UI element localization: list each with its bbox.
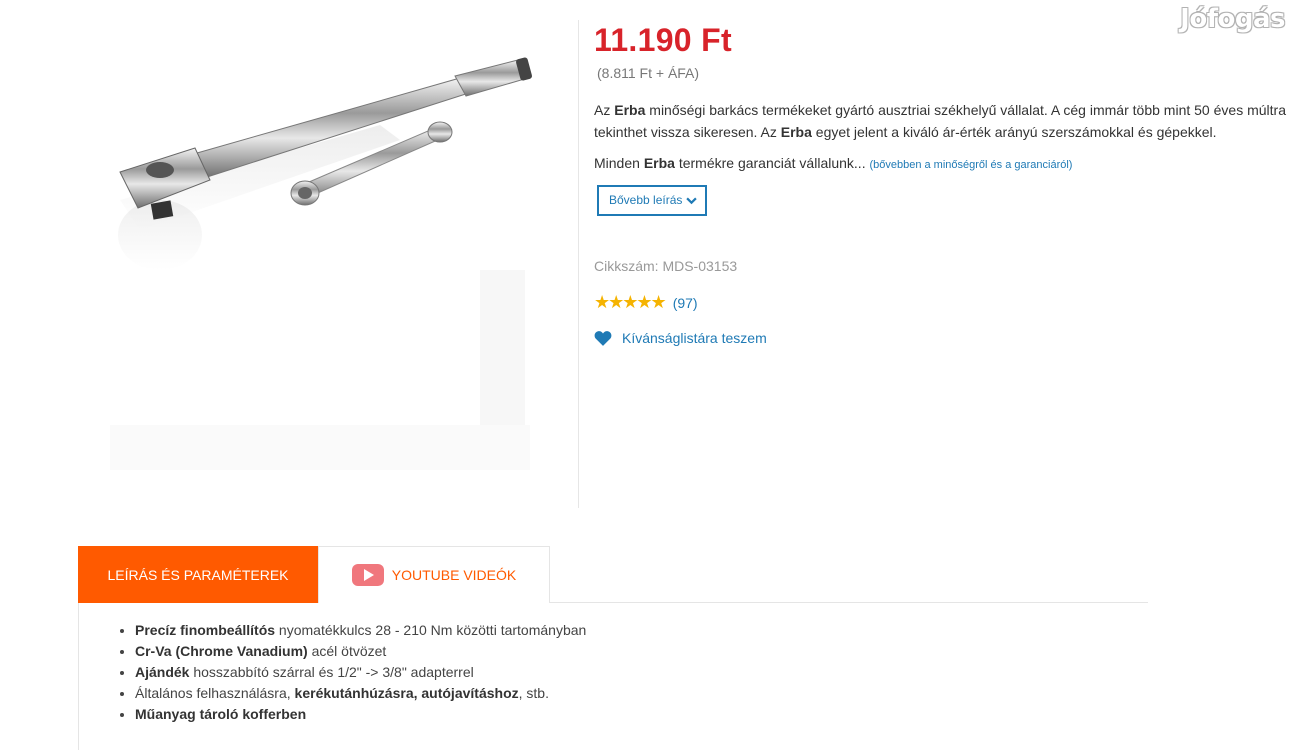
feature-text: hosszabbító szárral és 1/2" -> 3/8" adap… bbox=[189, 664, 474, 680]
desc-text: termékre garanciát vállalunk... bbox=[674, 155, 866, 171]
product-image[interactable] bbox=[100, 30, 540, 480]
feature-text: , stb. bbox=[518, 685, 549, 701]
product-tabs: LEÍRÁS ÉS PARAMÉTEREK YOUTUBE VIDEÓK bbox=[78, 546, 1148, 603]
wishlist-label: Kívánságlistára teszem bbox=[622, 330, 767, 346]
brand-name: Erba bbox=[780, 124, 812, 140]
tab-label: YOUTUBE VIDEÓK bbox=[391, 567, 517, 583]
list-item: Műanyag tároló kofferben bbox=[135, 704, 1148, 725]
desc-text: Minden bbox=[594, 155, 644, 171]
list-item: Ajándék hosszabbító szárral és 1/2" -> 3… bbox=[135, 662, 1148, 683]
product-price: 11.190 Ft bbox=[594, 22, 732, 58]
product-rating[interactable]: ★★★★★ (97) bbox=[594, 292, 1286, 313]
product-description: Az Erba minőségi barkács termékeket gyár… bbox=[594, 99, 1286, 143]
feature-bold: Cr-Va (Chrome Vanadium) bbox=[135, 643, 308, 659]
feature-bold: Precíz finombeállítós bbox=[135, 622, 276, 638]
product-info: 11.190 Ft (8.811 Ft + ÁFA) Az Erba minős… bbox=[594, 22, 1286, 346]
feature-text: Általános felhasználásra, bbox=[135, 685, 295, 701]
feature-bold: kerékutánhúzásra, autójavításhoz bbox=[294, 685, 519, 701]
rating-count[interactable]: (97) bbox=[673, 295, 698, 311]
product-sku: Cikkszám: MDS-03153 bbox=[594, 258, 738, 274]
brand-name: Erba bbox=[614, 102, 646, 118]
feature-text: nyomatékkulcs 28 - 210 Nm közötti tartom… bbox=[275, 622, 587, 638]
list-item: Általános felhasználásra, kerékutánhúzás… bbox=[135, 683, 1148, 704]
guarantee-text: Minden Erba termékre garanciát vállalunk… bbox=[594, 155, 1286, 171]
vertical-divider bbox=[578, 20, 579, 508]
brand-name: Erba bbox=[643, 155, 675, 171]
list-item: Cr-Va (Chrome Vanadium) acél ötvözet bbox=[135, 641, 1148, 662]
tab-label: LEÍRÁS ÉS PARAMÉTEREK bbox=[107, 566, 289, 583]
youtube-icon bbox=[351, 564, 384, 586]
feature-bold: Műanyag tároló kofferben bbox=[135, 706, 307, 722]
feature-text: acél ötvözet bbox=[307, 643, 387, 659]
star-rating-icon: ★★★★★ bbox=[594, 292, 667, 312]
quality-guarantee-link[interactable]: (bővebben a minőségről és a garanciáról) bbox=[869, 159, 1072, 171]
chevron-down-icon bbox=[686, 197, 698, 204]
feature-list: Precíz finombeállítós nyomatékkulcs 28 -… bbox=[135, 620, 1148, 725]
add-to-wishlist-button[interactable]: Kívánságlistára teszem bbox=[594, 330, 1286, 346]
desc-text: egyet jelent a kiváló ár-érték arányú sz… bbox=[811, 124, 1217, 140]
more-description-button[interactable]: Bővebb leírás bbox=[597, 185, 708, 216]
tab-youtube-videos[interactable]: YOUTUBE VIDEÓK bbox=[318, 546, 550, 603]
product-price-net: (8.811 Ft + ÁFA) bbox=[597, 65, 700, 81]
torque-wrench-image bbox=[110, 57, 532, 470]
heart-icon bbox=[594, 331, 612, 346]
list-item: Precíz finombeállítós nyomatékkulcs 28 -… bbox=[135, 620, 1148, 641]
feature-bold: Ajándék bbox=[135, 664, 190, 680]
desc-text: Az bbox=[594, 102, 615, 118]
more-description-label: Bővebb leírás bbox=[609, 193, 683, 207]
tab-description-parameters[interactable]: LEÍRÁS ÉS PARAMÉTEREK bbox=[78, 546, 318, 603]
tab-panel: Precíz finombeállítós nyomatékkulcs 28 -… bbox=[78, 603, 1148, 750]
